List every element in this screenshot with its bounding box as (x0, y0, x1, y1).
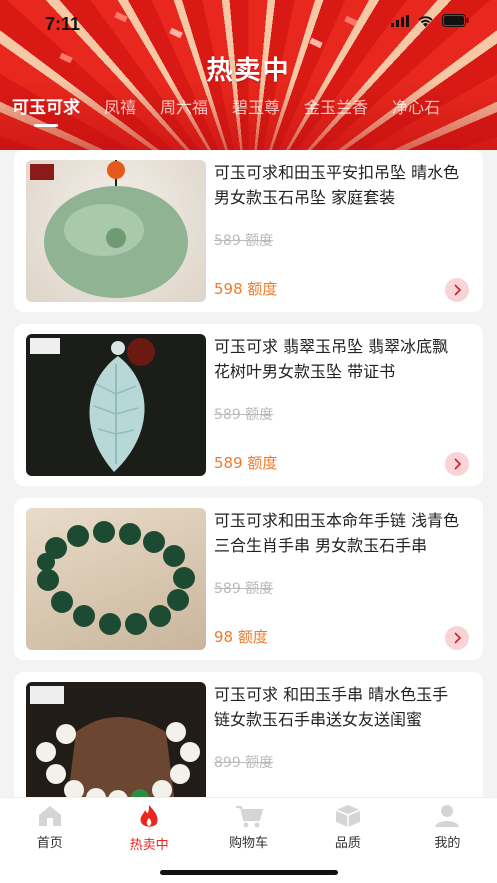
go-button[interactable] (445, 452, 469, 476)
original-price: 899 额度 (214, 755, 274, 771)
original-price: 589 额度 (214, 581, 274, 597)
go-button[interactable] (445, 626, 469, 650)
chevron-right-icon (454, 632, 462, 644)
status-time: 7:11 (45, 14, 81, 34)
home-icon (38, 806, 61, 826)
tabbar-mine[interactable]: 我的 (398, 798, 497, 883)
tabbar-label: 首页 (36, 836, 63, 851)
tab-zhouliufu[interactable]: 周六福 (148, 96, 220, 132)
product-name: 可玉可求和田玉平安扣吊坠 晴水色男女款玉石吊坠 家庭套装 (214, 163, 460, 207)
product-image (30, 160, 188, 298)
product-price: 598 额度 (214, 280, 278, 298)
tab-jinyulanxiang[interactable]: 金玉兰香 (292, 96, 380, 132)
product-name: 可玉可求 翡翠玉吊坠 翡翠冰底飘花树叶男女款玉坠 带证书 (214, 337, 449, 381)
tab-jingxinshi[interactable]: 净心石 (380, 96, 452, 132)
chevron-right-icon (454, 458, 462, 470)
tab-fengxi[interactable]: 凤禧 (92, 96, 148, 132)
user-icon (435, 805, 460, 827)
flame-icon (140, 805, 158, 827)
product-card[interactable]: 可玉可求 翡翠玉吊坠 翡翠冰底飘花树叶男女款玉坠 带证书 589 额度 589 … (14, 324, 483, 486)
tabbar-label: 热卖中 (129, 838, 169, 853)
jade-pendant-round (26, 160, 206, 302)
product-card[interactable]: 可玉可求和田玉本命年手链 浅青色三合生肖手串 男女款玉石手串 589 额度 98… (14, 498, 483, 660)
tabbar-label: 购物车 (229, 836, 269, 851)
page-title: 热卖中 (206, 56, 291, 86)
tabbar-label: 品质 (334, 836, 361, 851)
status-bar: 7:11 (0, 0, 497, 48)
go-button[interactable] (445, 278, 469, 302)
product-name: 可玉可求 和田玉手串 晴水色玉手链女款玉石手串送女友送闺蜜 (214, 685, 449, 729)
original-price: 589 额度 (214, 407, 274, 423)
product-image (30, 338, 155, 472)
product-list: 可玉可求和田玉平安扣吊坠 晴水色男女款玉石吊坠 家庭套装 589 额度 598 … (14, 150, 483, 846)
box-icon (335, 805, 361, 827)
product-name: 可玉可求和田玉本命年手链 浅青色三合生肖手串 男女款玉石手串 (214, 511, 460, 555)
home-indicator (159, 870, 338, 875)
status-icons (391, 14, 469, 27)
product-price: 589 额度 (214, 454, 278, 472)
product-price: 98 额度 (214, 628, 268, 646)
tab-keyukeqiu[interactable]: 可玉可求 (0, 96, 92, 132)
cellular-icon (391, 14, 409, 27)
tab-biyuzun[interactable]: 碧玉尊 (220, 96, 292, 132)
wifi-icon (418, 15, 433, 27)
tabbar-label: 我的 (434, 836, 461, 851)
green-bead-bracelet (26, 508, 206, 650)
original-price: 589 额度 (214, 233, 274, 249)
chevron-right-icon (454, 284, 462, 296)
tabbar-home[interactable]: 首页 (0, 798, 99, 883)
bottom-tab-bar: 首页 热卖中 购物车 品质 我的 (0, 797, 497, 883)
product-card[interactable]: 可玉可求和田玉平安扣吊坠 晴水色男女款玉石吊坠 家庭套装 589 额度 598 … (14, 150, 483, 312)
jade-leaf-pendant (26, 334, 206, 476)
battery-icon (442, 14, 469, 27)
product-image (37, 521, 195, 635)
brand-tabs: 可玉可求 凤禧 周六福 碧玉尊 金玉兰香 净心石 (0, 96, 452, 132)
cart-icon (235, 806, 263, 828)
